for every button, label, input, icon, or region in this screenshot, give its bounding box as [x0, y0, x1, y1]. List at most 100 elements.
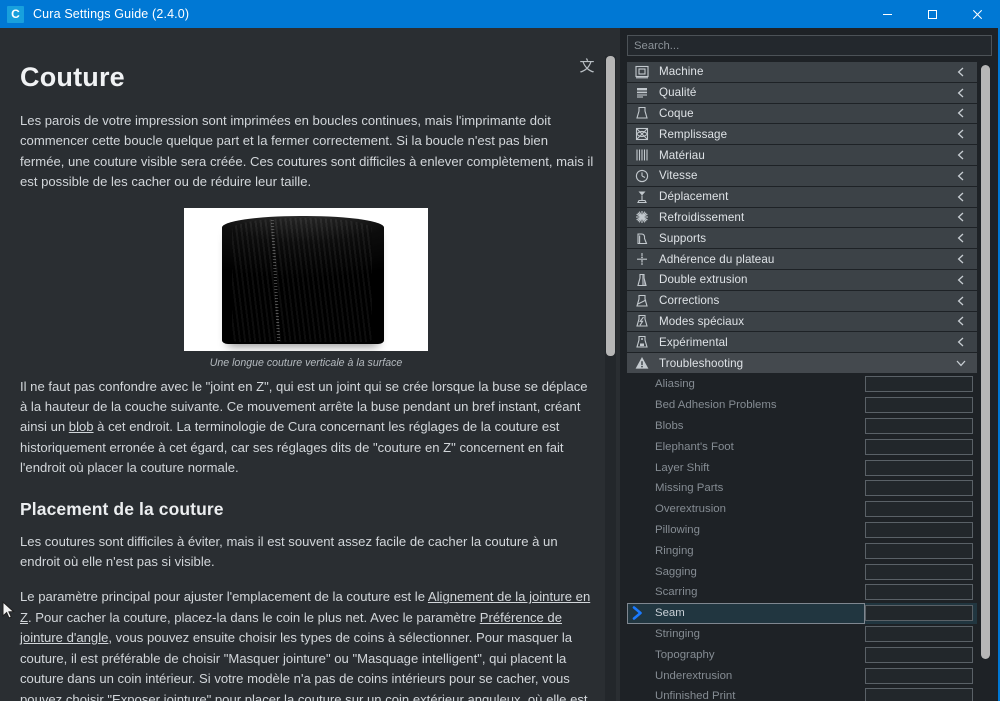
category-chevron[interactable]: [955, 253, 967, 265]
settings-category-label: Déplacement: [659, 190, 729, 204]
category-chevron[interactable]: [955, 149, 967, 161]
settings-category-row[interactable]: Déplacement: [627, 186, 977, 208]
category-chevron[interactable]: [955, 336, 967, 348]
troubleshooting-item-row[interactable]: Aliasing: [627, 374, 977, 395]
settings-category-row[interactable]: Vitesse: [627, 165, 977, 187]
article-content: Couture Les parois de votre impression s…: [0, 28, 620, 701]
settings-category-row[interactable]: Refroidissement: [627, 207, 977, 229]
settings-list: Machine Qualité Coque Remplissage Matéri…: [627, 62, 977, 701]
troubleshooting-item-value-field[interactable]: [865, 542, 973, 559]
category-chevron[interactable]: [955, 274, 967, 286]
minimize-button[interactable]: [865, 0, 910, 28]
troubleshooting-item-row[interactable]: Layer Shift: [627, 457, 977, 478]
troubleshooting-item-row[interactable]: Sagging: [627, 561, 977, 582]
article-scrollbar-thumb[interactable]: [606, 56, 615, 356]
troubleshooting-item-value-field[interactable]: [865, 501, 973, 518]
settings-category-row[interactable]: Matériau: [627, 145, 977, 166]
special-modes-icon: [633, 313, 651, 329]
settings-scrollbar[interactable]: [979, 62, 992, 701]
settings-category-label: Refroidissement: [659, 210, 745, 224]
category-chevron[interactable]: [955, 315, 967, 327]
troubleshooting-item-value-field[interactable]: [865, 376, 973, 393]
troubleshooting-item-value-field[interactable]: [865, 397, 973, 414]
settings-category-label: Troubleshooting: [659, 356, 744, 370]
troubleshooting-item-row[interactable]: Blobs: [627, 416, 977, 437]
category-chevron[interactable]: [955, 295, 967, 307]
settings-category-row[interactable]: Supports: [627, 228, 977, 250]
troubleshooting-item-row[interactable]: Elephant's Foot: [627, 436, 977, 457]
category-chevron[interactable]: [955, 87, 967, 99]
settings-scrollbar-thumb[interactable]: [981, 65, 990, 659]
maximize-icon: [928, 9, 937, 19]
troubleshooting-item-row[interactable]: Underextrusion: [627, 665, 977, 686]
settings-category-row[interactable]: Coque: [627, 103, 977, 125]
troubleshooting-item-value-field[interactable]: [865, 438, 973, 455]
troubleshooting-item-value-field[interactable]: [865, 480, 973, 497]
seam-photo: [184, 207, 428, 351]
article-scrollbar[interactable]: [605, 56, 616, 701]
troubleshooting-item-label: Missing Parts: [655, 482, 724, 495]
page-title: Couture: [20, 62, 125, 92]
troubleshooting-item-value-field[interactable]: [865, 417, 973, 434]
category-chevron[interactable]: [955, 211, 967, 223]
troubleshooting-item-row[interactable]: Missing Parts: [627, 478, 977, 499]
cooling-icon: [636, 211, 648, 224]
category-chevron[interactable]: [955, 107, 967, 119]
category-chevron[interactable]: [955, 170, 967, 182]
troubleshooting-item-row[interactable]: Ringing: [627, 540, 977, 561]
maximize-button[interactable]: [910, 0, 955, 28]
close-button[interactable]: [955, 0, 1000, 28]
troubleshooting-item-value-field[interactable]: [865, 605, 973, 622]
category-chevron[interactable]: [955, 357, 967, 369]
troubleshooting-item-label: Bed Adhesion Problems: [655, 399, 777, 412]
settings-category-label: Coque: [659, 106, 694, 120]
troubleshooting-item-label: Stringing: [655, 627, 700, 640]
settings-category-row[interactable]: Remplissage: [627, 124, 977, 146]
troubleshooting-item-row[interactable]: Scarring: [627, 582, 977, 603]
category-chevron[interactable]: [955, 232, 967, 244]
settings-category-row[interactable]: Double extrusion: [627, 269, 977, 291]
troubleshooting-item-label: Scarring: [655, 586, 698, 599]
troubleshooting-item-row[interactable]: Overextrusion: [627, 499, 977, 520]
troubleshooting-item-row[interactable]: Unfinished Print: [627, 686, 977, 701]
settings-category-row[interactable]: Adhérence du plateau: [627, 249, 977, 270]
chevron-left-icon: [957, 192, 964, 202]
intro-paragraph: Les parois de votre impression sont impr…: [20, 113, 594, 190]
translate-icon[interactable]: 文: [576, 55, 598, 77]
experimental-icon: [636, 336, 648, 348]
mesh-fixes-icon: [636, 294, 648, 307]
quality-icon: [637, 87, 647, 98]
blob-link[interactable]: blob: [69, 419, 94, 434]
troubleshooting-item-label: Overextrusion: [655, 503, 726, 516]
troubleshooting-item-value-field[interactable]: [865, 646, 973, 663]
troubleshooting-item-value-field[interactable]: [865, 521, 973, 538]
travel-icon: [633, 189, 651, 205]
main-body: Couture Les parois de votre impression s…: [0, 28, 1000, 701]
troubleshooting-item-row[interactable]: Seam: [627, 602, 977, 624]
troubleshooting-item-value-field[interactable]: [865, 584, 973, 601]
settings-category-row[interactable]: Corrections: [627, 290, 977, 312]
troubleshooting-item-row[interactable]: Topography: [627, 644, 977, 665]
troubleshooting-item-label: Ringing: [655, 544, 694, 557]
troubleshooting-item-value-field[interactable]: [865, 625, 973, 642]
troubleshooting-item-row[interactable]: Stringing: [627, 624, 977, 645]
troubleshooting-item-value-field[interactable]: [865, 459, 973, 476]
placement2-text-b: . Pour cacher la couture, placez-la dans…: [28, 609, 480, 625]
chevron-left-icon: [957, 67, 964, 77]
search-input[interactable]: [627, 35, 992, 56]
z-seam-text-b: à cet endroit. La terminologie de Cura c…: [20, 419, 564, 476]
settings-category-row[interactable]: Modes spéciaux: [627, 311, 977, 333]
troubleshooting-item-value-field[interactable]: [865, 688, 973, 701]
troubleshooting-item-value-field[interactable]: [865, 667, 973, 684]
troubleshooting-item-row[interactable]: Pillowing: [627, 520, 977, 541]
troubleshooting-item-row[interactable]: Bed Adhesion Problems: [627, 395, 977, 416]
settings-category-row[interactable]: Qualité: [627, 82, 977, 104]
figure: Une longue couture verticale à la surfac…: [184, 207, 428, 369]
settings-category-row[interactable]: Machine: [627, 62, 977, 83]
settings-category-row[interactable]: Expérimental: [627, 332, 977, 354]
category-chevron[interactable]: [955, 128, 967, 140]
category-chevron[interactable]: [955, 66, 967, 78]
troubleshooting-item-value-field[interactable]: [865, 563, 973, 580]
category-chevron[interactable]: [955, 191, 967, 203]
settings-category-row[interactable]: Troubleshooting: [627, 353, 977, 374]
